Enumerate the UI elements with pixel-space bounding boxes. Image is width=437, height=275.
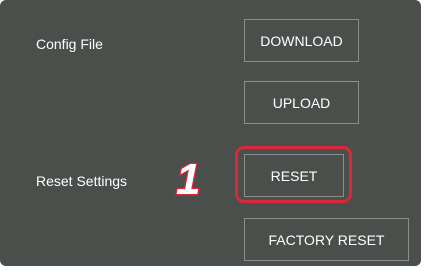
upload-button[interactable]: UPLOAD — [244, 81, 359, 124]
config-file-label: Config File — [36, 36, 103, 52]
step-number-annotation: 1 — [175, 155, 202, 204]
settings-panel: Config File DOWNLOAD UPLOAD Reset Settin… — [0, 0, 421, 266]
reset-settings-label: Reset Settings — [36, 173, 128, 189]
download-button[interactable]: DOWNLOAD — [244, 19, 359, 62]
factory-reset-button[interactable]: FACTORY RESET — [244, 218, 409, 261]
reset-button[interactable]: RESET — [244, 154, 344, 197]
